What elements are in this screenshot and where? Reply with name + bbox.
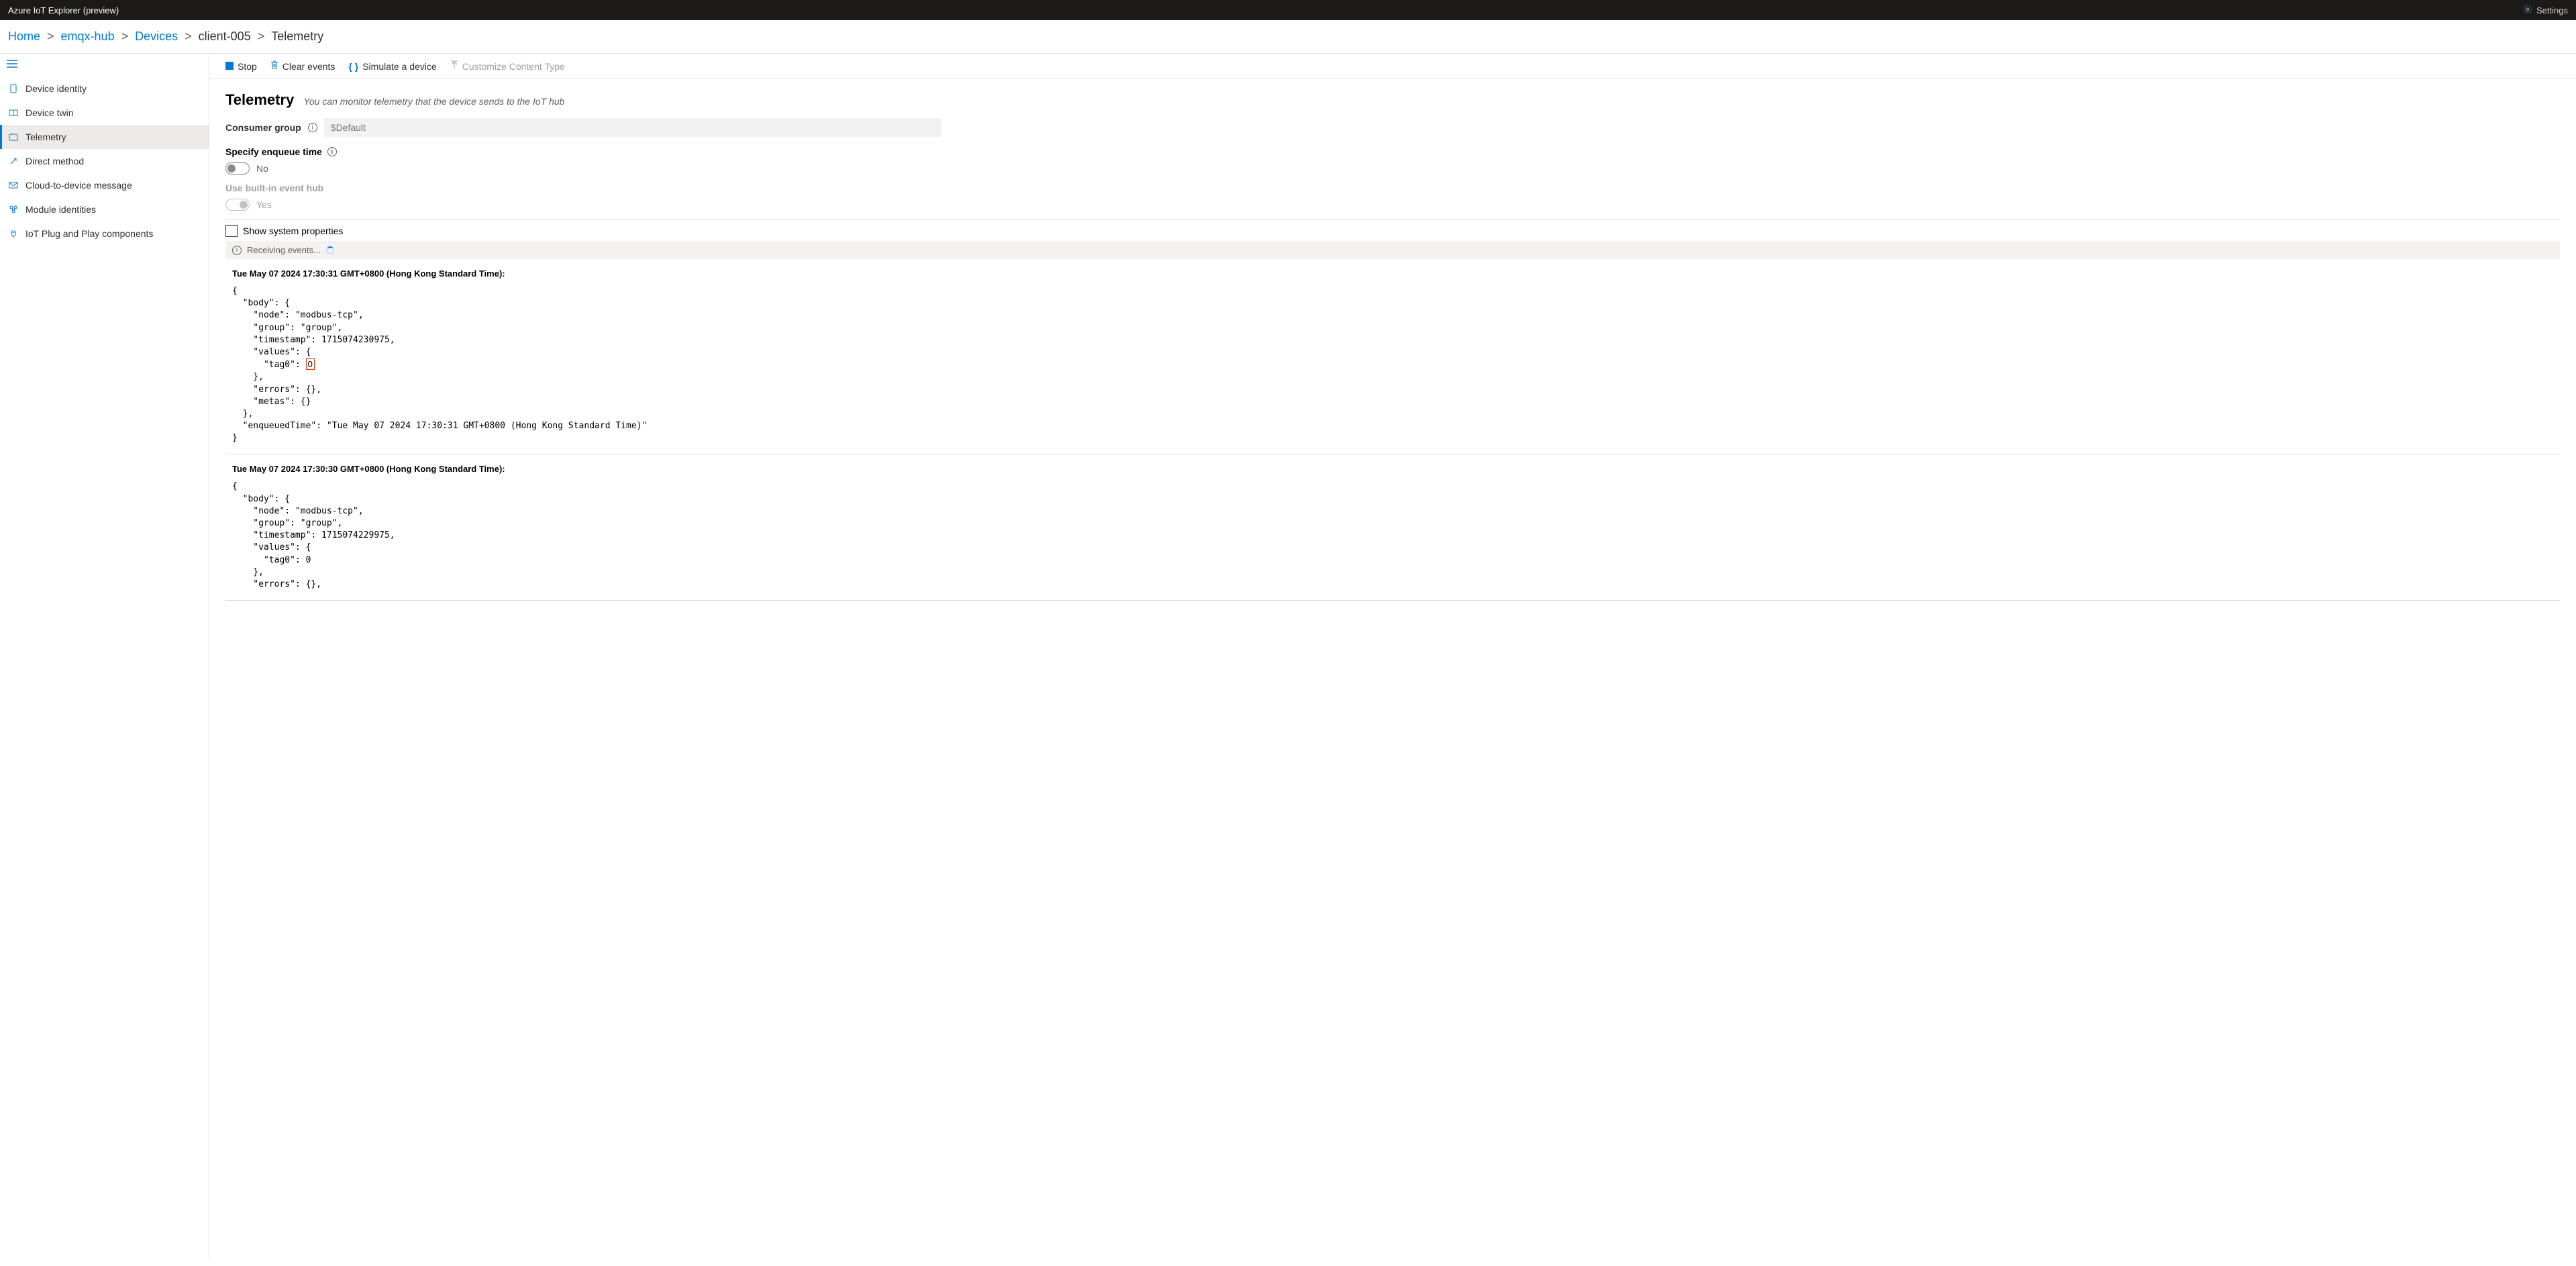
upload-icon	[450, 60, 458, 72]
enqueue-time-value: No	[256, 163, 268, 174]
divider	[225, 219, 2560, 220]
chevron-right-icon: >	[258, 30, 265, 44]
sidebar-item-label: Direct method	[25, 156, 84, 166]
app-title: Azure IoT Explorer (preview)	[8, 5, 119, 15]
sidebar-item-device-identity[interactable]: Device identity	[0, 77, 209, 101]
spinner-icon	[326, 246, 334, 254]
trash-icon	[270, 60, 278, 72]
info-icon: i	[232, 246, 242, 255]
breadcrumb-device: client-005	[199, 30, 251, 44]
breadcrumb-home[interactable]: Home	[8, 30, 40, 44]
info-icon[interactable]: i	[308, 123, 317, 132]
builtin-hub-label: Use built-in event hub	[225, 183, 2560, 193]
sidebar-item-label: Telemetry	[25, 132, 66, 142]
hamburger-button[interactable]	[0, 54, 209, 77]
device-twin-icon	[8, 107, 19, 118]
info-icon[interactable]: i	[327, 147, 337, 156]
builtin-hub-value: Yes	[256, 199, 272, 210]
plug-icon	[8, 228, 19, 239]
telemetry-event: Tue May 07 2024 17:30:31 GMT+0800 (Hong …	[225, 269, 2560, 454]
sidebar-item-direct-method[interactable]: Direct method	[0, 149, 209, 173]
chevron-right-icon: >	[121, 30, 129, 44]
sidebar-item-device-twin[interactable]: Device twin	[0, 101, 209, 125]
sidebar-item-label: Device identity	[25, 83, 87, 94]
event-timestamp: Tue May 07 2024 17:30:31 GMT+0800 (Hong …	[232, 269, 2560, 279]
breadcrumb-hub[interactable]: emqx-hub	[61, 30, 115, 44]
module-identities-icon	[8, 204, 19, 215]
simulate-device-button[interactable]: { } Simulate a device	[348, 61, 436, 72]
sidebar-item-label: Cloud-to-device message	[25, 180, 132, 191]
settings-button[interactable]: Settings	[2523, 5, 2568, 16]
consumer-group-label: Consumer group	[225, 122, 301, 133]
telemetry-icon	[8, 132, 19, 142]
status-bar: i Receiving events...	[225, 241, 2560, 259]
event-body: { "body": { "node": "modbus-tcp", "group…	[232, 285, 2560, 444]
enqueue-time-label: Specify enqueue time i	[225, 146, 2560, 157]
direct-method-icon	[8, 156, 19, 166]
sidebar-item-label: Module identities	[25, 204, 96, 215]
page-title: Telemetry	[225, 91, 294, 109]
device-identity-icon	[8, 83, 19, 94]
sidebar: Device identity Device twin Telemetry Di…	[0, 54, 209, 1259]
sidebar-item-label: IoT Plug and Play components	[25, 228, 153, 239]
stop-button[interactable]: Stop	[225, 61, 257, 72]
titlebar: Azure IoT Explorer (preview) Settings	[0, 0, 2576, 20]
consumer-group-input[interactable]	[324, 118, 941, 137]
sidebar-item-module-identities[interactable]: Module identities	[0, 197, 209, 222]
mail-icon	[8, 180, 19, 191]
status-text: Receiving events...	[247, 245, 321, 255]
events-list: Tue May 07 2024 17:30:31 GMT+0800 (Hong …	[225, 269, 2560, 601]
clear-events-button[interactable]: Clear events	[270, 60, 336, 72]
customize-content-type-button: Customize Content Type	[450, 60, 565, 72]
main-content: Stop Clear events { } Simulate a device …	[209, 54, 2576, 1259]
page-subtitle: You can monitor telemetry that the devic…	[303, 96, 564, 107]
chevron-right-icon: >	[185, 30, 192, 44]
stop-icon	[225, 61, 234, 72]
telemetry-event: Tue May 07 2024 17:30:30 GMT+0800 (Hong …	[225, 464, 2560, 601]
breadcrumb-devices[interactable]: Devices	[135, 30, 178, 44]
sidebar-item-iot-pnp[interactable]: IoT Plug and Play components	[0, 222, 209, 246]
toolbar: Stop Clear events { } Simulate a device …	[209, 54, 2576, 79]
event-timestamp: Tue May 07 2024 17:30:30 GMT+0800 (Hong …	[232, 464, 2560, 474]
event-body: { "body": { "node": "modbus-tcp", "group…	[232, 481, 2560, 591]
enqueue-time-toggle[interactable]	[225, 162, 250, 175]
breadcrumb: Home > emqx-hub > Devices > client-005 >…	[0, 20, 2576, 54]
show-system-properties-checkbox[interactable]	[225, 225, 238, 237]
sidebar-item-cloud-to-device[interactable]: Cloud-to-device message	[0, 173, 209, 197]
gear-icon	[2523, 5, 2532, 16]
braces-icon: { }	[348, 61, 358, 72]
show-system-properties-label: Show system properties	[243, 226, 343, 236]
chevron-right-icon: >	[47, 30, 54, 44]
sidebar-item-label: Device twin	[25, 107, 74, 118]
sidebar-item-telemetry[interactable]: Telemetry	[0, 125, 209, 149]
builtin-hub-toggle	[225, 199, 250, 211]
breadcrumb-page: Telemetry	[271, 30, 323, 44]
